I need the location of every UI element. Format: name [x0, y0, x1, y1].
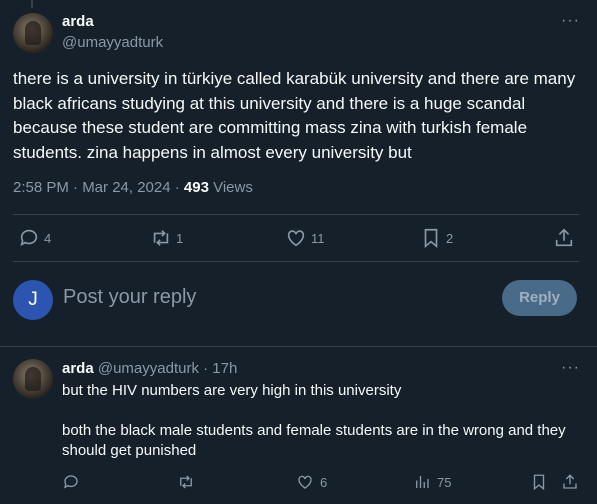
views-count: 493: [183, 179, 209, 196]
reply-button[interactable]: 4: [18, 227, 51, 249]
views-count: 75: [437, 474, 452, 490]
avatar[interactable]: [13, 13, 53, 53]
share-icon: [563, 474, 577, 489]
reply-icon: [63, 475, 78, 489]
reply-tweet[interactable]: arda @umayyadturk · 17h ··· but the HIV …: [0, 347, 597, 504]
reply-header: arda @umayyadturk · 17h: [62, 360, 237, 377]
bookmark-button[interactable]: [530, 473, 548, 491]
share-button[interactable]: [553, 227, 575, 249]
share-button[interactable]: [561, 473, 579, 491]
reply-composer: J Post your reply Reply: [0, 262, 597, 346]
heart-icon: [298, 475, 312, 489]
more-dots-icon[interactable]: ···: [561, 360, 580, 376]
more-dots-icon[interactable]: ···: [561, 13, 580, 29]
reply-text: but the HIV numbers are very high in thi…: [62, 381, 582, 481]
author-display-name[interactable]: arda: [62, 13, 94, 30]
reply-paragraph: both the black male students and female …: [62, 422, 566, 459]
avatar[interactable]: [13, 359, 53, 399]
like-count: 11: [311, 230, 325, 246]
reply-action-bar: 6 75: [0, 471, 597, 497]
reply-count: 4: [44, 230, 52, 246]
repost-icon: [153, 230, 169, 246]
heart-icon: [287, 230, 305, 247]
action-bar: 4 1 11 2: [0, 215, 597, 261]
reply-button[interactable]: [62, 473, 80, 491]
avatar[interactable]: J: [13, 280, 53, 320]
author-handle[interactable]: @umayyadturk: [62, 34, 163, 51]
tweet-text: there is a university in türkiye called …: [13, 69, 576, 162]
views-label: Views: [208, 179, 253, 196]
share-icon: [555, 228, 573, 247]
repost-icon: [180, 475, 192, 489]
like-button[interactable]: 6: [296, 473, 327, 491]
views-chart-icon: [416, 476, 429, 488]
views-button[interactable]: 75: [413, 473, 451, 491]
bookmark-button[interactable]: 2: [420, 227, 453, 249]
reply-icon: [20, 229, 38, 246]
like-button[interactable]: 11: [285, 227, 325, 249]
like-count: 6: [320, 474, 328, 490]
author-display-name[interactable]: arda: [62, 360, 94, 377]
bookmark-icon: [533, 474, 545, 491]
reply-paragraph: but the HIV numbers are very high in thi…: [62, 382, 402, 399]
bookmark-icon: [424, 228, 438, 249]
repost-button[interactable]: 1: [150, 227, 183, 249]
main-tweet: arda @umayyadturk ··· there is a univers…: [0, 0, 597, 262]
tweet-meta: 2:58 PM · Mar 24, 2024 · 493 Views: [13, 179, 253, 196]
author-handle-time[interactable]: @umayyadturk · 17h: [94, 360, 237, 377]
repost-count: 1: [176, 230, 184, 246]
repost-button[interactable]: [177, 473, 195, 491]
reply-input[interactable]: Post your reply: [63, 286, 196, 309]
bookmark-count: 2: [446, 230, 454, 246]
timestamp[interactable]: 2:58 PM · Mar 24, 2024 ·: [13, 179, 184, 196]
reply-submit-button[interactable]: Reply: [502, 280, 577, 316]
